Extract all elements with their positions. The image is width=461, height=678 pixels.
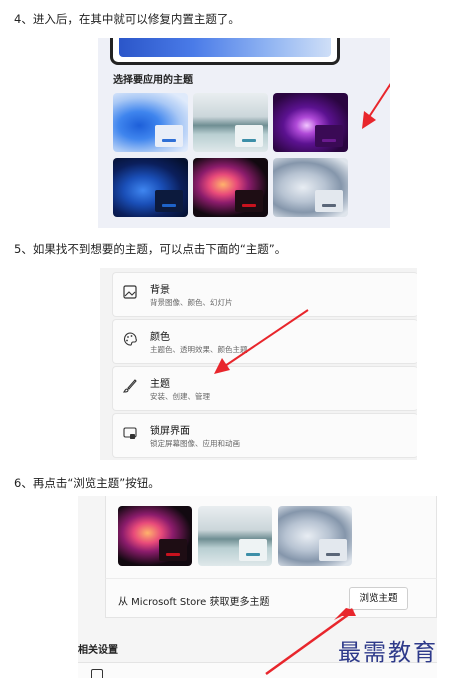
- device-preview: [110, 38, 340, 65]
- step-4-text: 4、进入后，在其中就可以修复内置主题了。: [14, 12, 240, 26]
- store-text: 从 Microsoft Store 获取更多主题: [118, 597, 270, 608]
- theme-picker-heading: 选择要应用的主题: [113, 75, 193, 86]
- theme-tile-captured-motion[interactable]: [118, 506, 192, 566]
- image-icon: [123, 285, 137, 299]
- personalization-panel: 背景 背景图像、颜色、幻灯片 颜色 主题色、透明效果、颜色主题 主题 安装、创建…: [100, 268, 417, 460]
- palette-icon: [123, 332, 137, 346]
- row-title: 背景: [150, 285, 170, 296]
- theme-tile-bloom-blue-dark[interactable]: [113, 158, 188, 217]
- row-title: 主题: [150, 379, 170, 390]
- related-settings-heading: 相关设置: [78, 645, 118, 656]
- red-arrow-1: [362, 82, 390, 129]
- theme-gallery: [105, 496, 437, 580]
- row-subtitle: 锁定屏幕图像、应用和动画: [150, 439, 240, 448]
- row-subtitle: 背景图像、颜色、幻灯片: [150, 298, 233, 307]
- row-title: 颜色: [150, 332, 170, 343]
- step-6-text: 6、再点击“浏览主题”按钮。: [14, 476, 160, 490]
- theme-picker-panel: 选择要应用的主题: [98, 38, 390, 228]
- row-title: 锁屏界面: [150, 426, 190, 437]
- brush-icon: [122, 379, 137, 393]
- theme-tile-flow-gray[interactable]: [278, 506, 352, 566]
- settings-row-lock-screen[interactable]: 锁屏界面 锁定屏幕图像、应用和动画: [112, 413, 417, 458]
- theme-tile-lake-dawn[interactable]: [193, 93, 268, 152]
- row-subtitle: 安装、创建、管理: [150, 392, 210, 401]
- red-arrow-2: [214, 309, 309, 374]
- step-5-text: 5、如果找不到想要的主题，可以点击下面的“主题”。: [14, 242, 287, 256]
- watermark-logo: 最需教育: [338, 640, 438, 666]
- theme-tile-lake-dawn[interactable]: [198, 506, 272, 566]
- theme-tile-captured-motion[interactable]: [193, 158, 268, 217]
- theme-tile-glow-purple[interactable]: [273, 93, 348, 152]
- lock-screen-icon: [123, 426, 137, 440]
- theme-tile-flow-gray[interactable]: [273, 158, 348, 217]
- theme-tile-bloom-blue-light[interactable]: [113, 93, 188, 152]
- display-icon: [91, 669, 103, 678]
